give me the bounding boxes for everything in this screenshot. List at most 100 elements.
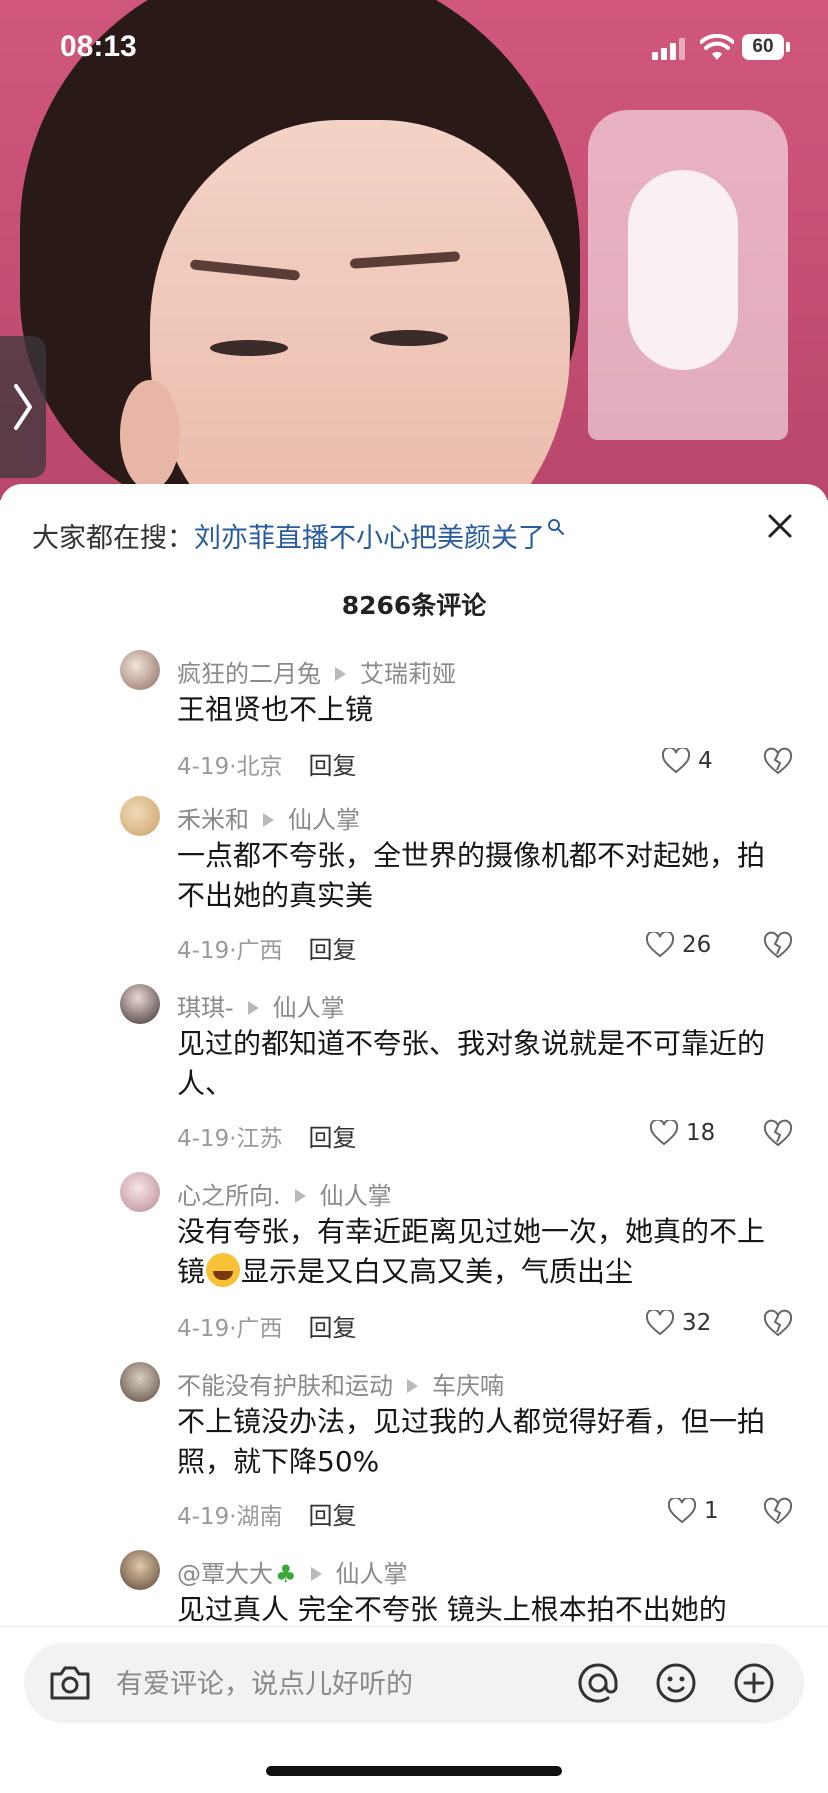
search-suggestion-label: 大家都在搜： (32, 523, 194, 554)
comment-sheet: 大家都在搜：刘亦菲直播不小心把美颜关了 8266条评论 疯狂的二月兔 艾瑞莉娅 王… (0, 484, 828, 1792)
comment-location: 北京 (236, 754, 283, 780)
comment-meta: 心之所向. 仙人掌 (177, 1176, 392, 1211)
chevron-right-icon (14, 384, 32, 430)
heart-icon (668, 1498, 696, 1524)
like-button[interactable]: 18 (650, 1118, 760, 1150)
comment-text: 见过真人 完全不夸张 镜头上根本拍不出她的 (177, 1593, 727, 1626)
comment-meta: @覃大大♣ 仙人掌 (177, 1554, 408, 1589)
comment-footer: 4-19·广西 回复 (177, 936, 357, 964)
search-suggestion-term[interactable]: 刘亦菲直播不小心把美颜关了 (194, 523, 545, 554)
heart-icon (662, 748, 690, 774)
comment-footer: 4-19·江苏 回复 (177, 1124, 357, 1152)
battery-indicator: 60 (742, 34, 784, 60)
face (150, 120, 570, 500)
heart-icon (646, 1310, 674, 1336)
like-button[interactable]: 26 (646, 930, 756, 962)
wifi-icon (700, 34, 734, 60)
broken-heart-icon[interactable] (763, 1118, 793, 1148)
comment-text: 王祖贤也不上镜 (177, 693, 374, 726)
broken-heart-icon[interactable] (763, 746, 793, 776)
reply-arrow-icon (407, 1379, 418, 1393)
reply-arrow-icon (310, 1567, 322, 1581)
comment-reply-to[interactable]: 仙人掌 (336, 1560, 408, 1588)
comment-input-pill[interactable] (24, 1643, 804, 1723)
avatar[interactable] (120, 796, 160, 836)
comment-username[interactable]: 禾米和 (177, 806, 249, 834)
reply-button[interactable]: 回复 (309, 1314, 357, 1342)
search-icon (548, 519, 564, 535)
like-button[interactable]: 1 (668, 1496, 778, 1528)
status-time: 08:13 (60, 30, 137, 63)
like-count: 18 (686, 1120, 716, 1146)
comment-date: 4-19 (177, 1504, 230, 1530)
signal-icon (652, 38, 688, 60)
comment-reply-to[interactable]: 仙人掌 (273, 994, 345, 1022)
comment-date: 4-19 (177, 1126, 230, 1152)
reply-arrow-icon (335, 667, 346, 681)
comment-location: 湖南 (236, 1504, 283, 1530)
comment-reply-to[interactable]: 车庆喃 (432, 1372, 504, 1400)
like-button[interactable]: 32 (646, 1308, 756, 1340)
comment-username[interactable]: 心之所向. (177, 1182, 281, 1210)
reply-button[interactable]: 回复 (309, 752, 357, 780)
comment-username[interactable]: 疯狂的二月兔 (177, 660, 321, 688)
comment-reply-to[interactable]: 仙人掌 (320, 1182, 392, 1210)
comment-meta: 禾米和 仙人掌 (177, 800, 360, 835)
comment-location: 广西 (236, 938, 283, 964)
like-button[interactable]: 4 (662, 746, 772, 778)
comment-date: 4-19 (177, 754, 230, 780)
comment-reply-to[interactable]: 仙人掌 (288, 806, 360, 834)
avatar[interactable] (120, 650, 160, 690)
comment-input[interactable] (114, 1661, 558, 1707)
avatar[interactable] (120, 1172, 160, 1212)
comment-username[interactable]: 琪琪- (177, 994, 234, 1022)
close-icon[interactable] (762, 508, 798, 544)
comment-reply-to[interactable]: 艾瑞莉娅 (360, 660, 456, 688)
like-count: 1 (704, 1498, 719, 1524)
comment-count: 8266条评论 (341, 591, 487, 620)
comment-text: 没有夸张，有幸近距离见过她一次，她真的不上镜 显示是又白又高又美，气质出尘 (177, 1212, 787, 1292)
reply-button[interactable]: 回复 (309, 1124, 357, 1152)
search-suggestion[interactable]: 大家都在搜：刘亦菲直播不小心把美颜关了 (32, 516, 732, 555)
status-bar: 08:13 60 (0, 0, 828, 100)
reply-button[interactable]: 回复 (309, 936, 357, 964)
comment-meta: 琪琪- 仙人掌 (177, 988, 345, 1023)
add-icon[interactable] (732, 1661, 776, 1705)
comment-date: 4-19 (177, 938, 230, 964)
comment-footer: 4-19·湖南 回复 (177, 1502, 357, 1530)
battery-tip (786, 42, 790, 52)
heart-icon (646, 932, 674, 958)
comment-text-part2: 显示是又白又高又美，气质出尘 (241, 1255, 634, 1288)
emoji-icon[interactable] (654, 1661, 698, 1705)
comment-meta: 不能没有护肤和运动 车庆喃 (177, 1366, 504, 1401)
reply-arrow-icon (294, 1189, 306, 1203)
avatar[interactable] (120, 984, 160, 1024)
camera-icon[interactable] (48, 1663, 92, 1703)
like-count: 26 (682, 932, 712, 958)
home-indicator (266, 1766, 562, 1776)
broken-heart-icon[interactable] (763, 930, 793, 960)
comment-text: 不上镜没办法，见过我的人都觉得好看，但一拍照，就下降50% (177, 1405, 766, 1478)
avatar[interactable] (120, 1362, 160, 1402)
heart-icon (650, 1120, 678, 1146)
comment-username[interactable]: @覃大大 (177, 1560, 273, 1588)
avatar[interactable] (120, 1550, 160, 1590)
broken-heart-icon[interactable] (763, 1496, 793, 1526)
mention-icon[interactable] (576, 1661, 620, 1705)
broken-heart-icon[interactable] (763, 1308, 793, 1338)
comment-footer: 4-19·北京 回复 (177, 752, 357, 780)
comment-date: 4-19 (177, 1316, 230, 1342)
reply-arrow-icon (247, 1001, 259, 1015)
backdrop-logo-figure (628, 170, 738, 370)
comment-location: 广西 (236, 1316, 283, 1342)
comment-location: 江苏 (236, 1126, 283, 1152)
comment-meta: 疯狂的二月兔 艾瑞莉娅 (177, 654, 456, 689)
laughing-emoji-icon (206, 1253, 241, 1287)
like-count: 4 (698, 748, 713, 774)
side-panel-handle[interactable] (0, 336, 46, 478)
reply-button[interactable]: 回复 (309, 1502, 357, 1530)
reply-arrow-icon (263, 813, 274, 827)
comment-username[interactable]: 不能没有护肤和运动 (177, 1372, 393, 1400)
like-count: 32 (682, 1310, 712, 1336)
comment-text: 见过的都知道不夸张、我对象说就是不可靠近的人、 (177, 1027, 766, 1100)
